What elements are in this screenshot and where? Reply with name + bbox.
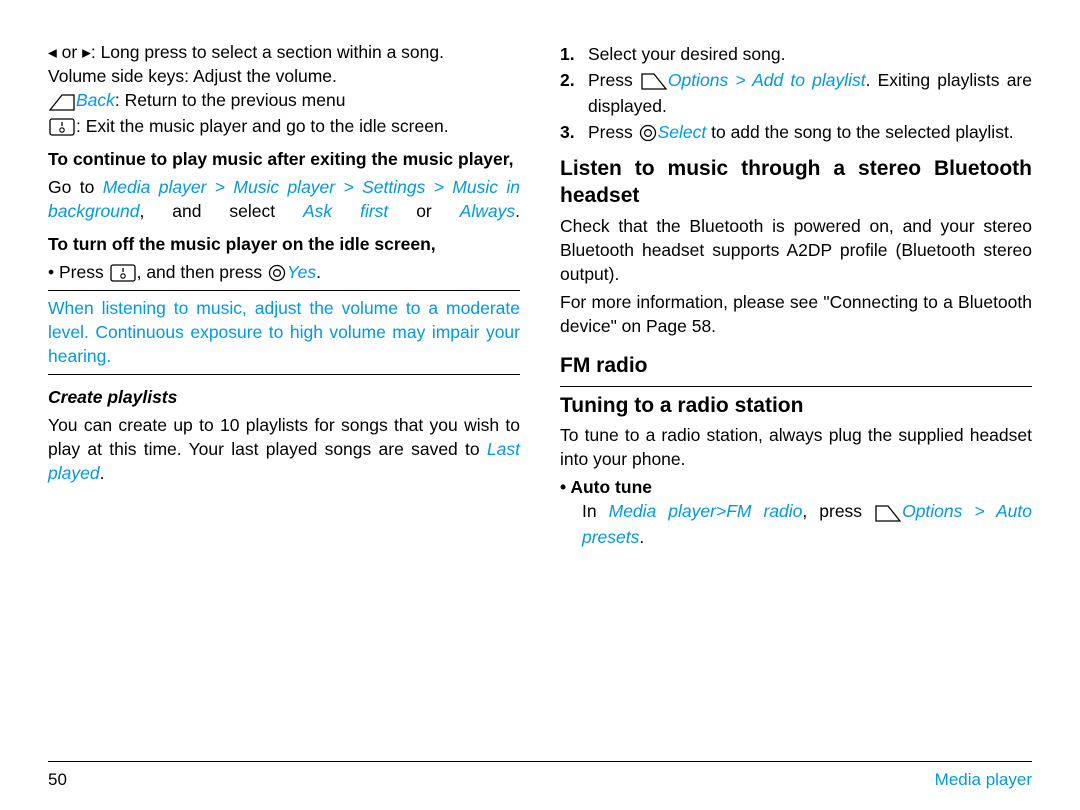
opt-ask-first: Ask first bbox=[303, 201, 388, 221]
warning-text: When listening to music, adjust the volu… bbox=[48, 296, 520, 368]
content-columns: ◂ or ▸: Long press to select a section w… bbox=[48, 40, 1032, 735]
opt-select: Select bbox=[658, 122, 707, 142]
line-longpress: ◂ or ▸: Long press to select a section w… bbox=[48, 40, 520, 64]
para-auto-tune: In Media player>FM radio, press Options … bbox=[560, 499, 1032, 549]
t: to add the song to the selected playlist… bbox=[706, 122, 1013, 142]
sub-auto-tune: • Auto tune bbox=[560, 475, 1032, 499]
heading-bluetooth: Listen to music through a stereo Bluetoo… bbox=[560, 155, 1032, 210]
num-3: 3. bbox=[560, 120, 582, 145]
t: Press bbox=[588, 122, 638, 142]
para-continue-play: Go to Media player > Music player > Sett… bbox=[48, 175, 520, 223]
opt-always: Always bbox=[460, 201, 515, 221]
step-2-text: Press Options > Add to playlist. Exiting… bbox=[588, 68, 1032, 118]
step-3-text: Press Select to add the song to the sele… bbox=[588, 120, 1032, 145]
t: . bbox=[515, 201, 520, 221]
exit-text: : Exit the music player and go to the id… bbox=[76, 116, 449, 136]
step-3: 3. Press Select to add the song to the s… bbox=[560, 120, 1032, 145]
t: , press bbox=[802, 501, 874, 521]
page-number: 50 bbox=[48, 770, 67, 790]
path-fm-radio: Media player>FM radio bbox=[609, 501, 803, 521]
t: • Press bbox=[48, 262, 109, 282]
heading-turnoff: To turn off the music player on the idle… bbox=[48, 232, 520, 256]
footer-divider bbox=[48, 761, 1032, 762]
t: or bbox=[388, 201, 459, 221]
line-back: Back: Return to the previous menu bbox=[48, 88, 520, 113]
opt-yes: Yes bbox=[287, 262, 316, 282]
t: . bbox=[100, 463, 105, 483]
para-bt-check: Check that the Bluetooth is powered on, … bbox=[560, 214, 1032, 286]
t: , and then press bbox=[137, 262, 267, 282]
t: , and select bbox=[139, 201, 303, 221]
heading-create-playlists: Create playlists bbox=[48, 385, 520, 409]
t: . bbox=[639, 527, 644, 547]
num-2: 2. bbox=[560, 68, 582, 118]
t: You can create up to 10 playlists for so… bbox=[48, 415, 520, 459]
page-footer: 50 Media player bbox=[48, 770, 1032, 790]
right-column: 1. Select your desired song. 2. Press Op… bbox=[560, 40, 1032, 735]
end-key-icon bbox=[49, 115, 75, 139]
t: Press bbox=[588, 70, 640, 90]
num-1: 1. bbox=[560, 42, 582, 66]
softkey-left-icon bbox=[641, 69, 667, 93]
t: In bbox=[582, 501, 609, 521]
section-label: Media player bbox=[935, 770, 1032, 790]
nav-circle-icon bbox=[639, 121, 657, 145]
t: . bbox=[316, 262, 321, 282]
back-rest: : Return to the previous menu bbox=[115, 90, 346, 110]
back-link: Back bbox=[76, 90, 115, 110]
para-turnoff: • Press , and then press Yes. bbox=[48, 260, 520, 285]
divider bbox=[48, 374, 520, 375]
heading-fm-radio: FM radio bbox=[560, 352, 1032, 379]
step-2: 2. Press Options > Add to playlist. Exit… bbox=[560, 68, 1032, 118]
step-1-text: Select your desired song. bbox=[588, 42, 1032, 66]
t: Go to bbox=[48, 177, 103, 197]
para-tuning: To tune to a radio station, always plug … bbox=[560, 423, 1032, 471]
line-exit: : Exit the music player and go to the id… bbox=[48, 114, 520, 139]
line-volume: Volume side keys: Adjust the volume. bbox=[48, 64, 520, 88]
para-create-playlists: You can create up to 10 playlists for so… bbox=[48, 413, 520, 485]
softkey-left-icon bbox=[875, 501, 901, 525]
left-column: ◂ or ▸: Long press to select a section w… bbox=[48, 40, 520, 735]
heading-continue-play: To continue to play music after exiting … bbox=[48, 147, 520, 171]
opt-add-playlist: Options > Add to playlist bbox=[668, 70, 866, 90]
divider bbox=[48, 290, 520, 291]
end-key-icon bbox=[110, 261, 136, 285]
heading-tuning: Tuning to a radio station bbox=[560, 392, 1032, 419]
divider bbox=[560, 386, 1032, 387]
nav-circle-icon bbox=[268, 261, 286, 285]
para-bt-see: For more information, please see "Connec… bbox=[560, 290, 1032, 338]
softkey-right-icon bbox=[49, 90, 75, 114]
step-1: 1. Select your desired song. bbox=[560, 42, 1032, 66]
